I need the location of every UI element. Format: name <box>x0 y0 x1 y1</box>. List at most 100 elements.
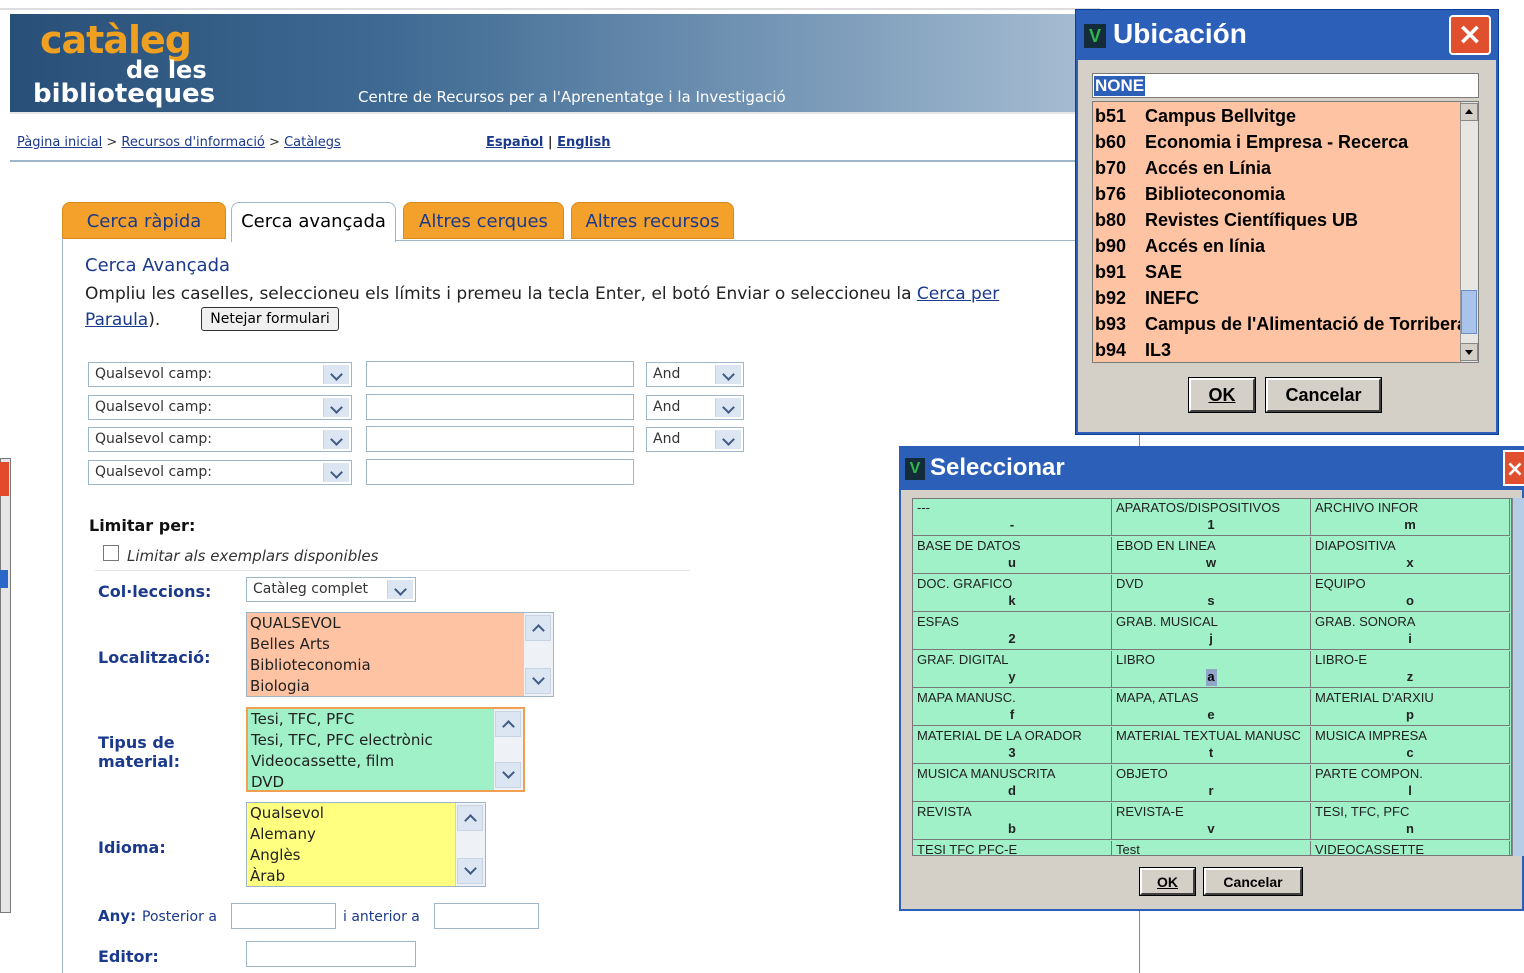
scrollbar[interactable] <box>1512 498 1524 856</box>
editor-input[interactable] <box>246 941 416 967</box>
grid-cell[interactable]: DVD s <box>1112 575 1311 612</box>
grid-cell[interactable]: MATERIAL D'ARXIU p <box>1311 689 1510 726</box>
ok-button[interactable]: OK <box>1189 378 1255 412</box>
grid-cell[interactable]: TESI, TFC, PFC n <box>1311 803 1510 840</box>
scroll-up-icon[interactable] <box>1460 103 1478 121</box>
grid-cell[interactable]: REVISTA-E v <box>1112 803 1311 840</box>
breadcrumb-home-link[interactable]: Pàgina inicial <box>17 135 102 150</box>
scrollbar[interactable] <box>455 803 485 886</box>
cancel-button[interactable]: Cancelar <box>1204 868 1302 895</box>
grid-cell[interactable]: BASE DE DATOS u <box>913 537 1112 574</box>
list-item[interactable]: b92 INEFC <box>1095 285 1199 311</box>
list-item[interactable]: Tesi, TFC, PFC <box>248 709 523 730</box>
close-button[interactable]: × <box>1503 450 1524 486</box>
list-item[interactable]: b90 Accés en línia <box>1095 233 1265 259</box>
scroll-down-icon[interactable] <box>1460 343 1478 361</box>
grid-cell[interactable]: EBOD EN LINEA w <box>1112 537 1311 574</box>
list-item[interactable]: Videocassette, film <box>248 751 523 772</box>
operator-select[interactable]: And <box>646 427 744 452</box>
scroll-down-icon[interactable] <box>525 668 551 694</box>
list-item[interactable]: Qualsevol <box>247 803 485 824</box>
list-item[interactable]: Tesi, TFC, PFC electrònic <box>248 730 523 751</box>
scrollbar-thumb[interactable] <box>1461 290 1477 334</box>
search-term-input[interactable] <box>366 426 634 452</box>
scroll-up-icon[interactable] <box>495 711 521 737</box>
grid-cell[interactable]: VIDEOCASSETTE <box>1311 841 1510 855</box>
grid-cell[interactable]: LIBRO-E z <box>1311 651 1510 688</box>
scroll-down-icon[interactable] <box>495 762 521 788</box>
chevron-down-icon[interactable] <box>715 365 741 384</box>
list-item[interactable]: Alemany <box>247 824 485 845</box>
list-item[interactable]: b80 Revistes Científiques UB <box>1095 207 1358 233</box>
search-term-input[interactable] <box>366 459 634 485</box>
scrollbar[interactable] <box>523 613 553 696</box>
breadcrumb-catalogs-link[interactable]: Catàlegs <box>284 135 341 150</box>
tab-quick-search[interactable]: Cerca ràpida <box>62 202 226 239</box>
grid-cell[interactable]: DOC. GRAFICO k <box>913 575 1112 612</box>
tab-advanced-search[interactable]: Cerca avançada <box>231 202 396 242</box>
list-item[interactable]: Biologia <box>247 676 553 696</box>
material-type-grid[interactable]: --- - APARATOS/DISPOSITIVOS 1 ARCHIVO INFOR m… <box>912 498 1512 856</box>
chevron-down-icon[interactable] <box>323 365 349 384</box>
chevron-down-icon[interactable] <box>323 463 349 482</box>
tab-other-resources[interactable]: Altres recursos <box>571 202 734 239</box>
year-after-input[interactable] <box>231 903 336 929</box>
year-before-input[interactable] <box>434 903 539 929</box>
material-type-listbox[interactable]: Tesi, TFC, PFC Tesi, TFC, PFC electrònic… <box>246 707 525 792</box>
grid-cell[interactable]: --- - <box>913 499 1112 536</box>
chevron-down-icon[interactable] <box>715 430 741 449</box>
list-item[interactable]: b70 Accés en Línia <box>1095 155 1271 181</box>
close-icon[interactable] <box>0 462 9 496</box>
cancel-button[interactable]: Cancelar <box>1266 378 1381 412</box>
grid-cell[interactable]: MATERIAL TEXTUAL MANUSC t <box>1112 727 1311 764</box>
grid-cell[interactable]: GRAB. MUSICAL j <box>1112 613 1311 650</box>
search-term-input[interactable] <box>366 394 634 420</box>
location-filter-input[interactable] <box>1092 73 1479 98</box>
grid-cell[interactable]: TESI TFC PFC-E <box>913 841 1112 855</box>
grid-cell[interactable]: APARATOS/DISPOSITIVOS 1 <box>1112 499 1311 536</box>
grid-cell[interactable]: MUSICA MANUSCRITA d <box>913 765 1112 802</box>
location-listbox[interactable]: QUALSEVOL Belles Arts Biblioteconomia Bi… <box>246 612 554 697</box>
scroll-up-icon[interactable] <box>525 615 551 641</box>
grid-cell[interactable]: GRAB. SONORA i <box>1311 613 1510 650</box>
chevron-down-icon[interactable] <box>323 430 349 449</box>
grid-cell[interactable]: ESFAS 2 <box>913 613 1112 650</box>
grid-cell[interactable]: REVISTA b <box>913 803 1112 840</box>
list-item[interactable]: b60 Economia i Empresa - Recerca <box>1095 129 1408 155</box>
grid-cell[interactable]: Test <box>1112 841 1311 855</box>
operator-select[interactable]: And <box>646 362 744 387</box>
grid-cell[interactable]: MATERIAL DE LA ORADOR 3 <box>913 727 1112 764</box>
list-item[interactable]: Anglès <box>247 845 485 866</box>
list-item[interactable]: b91 SAE <box>1095 259 1182 285</box>
chevron-down-icon[interactable] <box>715 398 741 417</box>
list-item[interactable]: DVD <box>248 772 523 790</box>
available-only-checkbox[interactable] <box>103 545 119 561</box>
breadcrumb-resources-link[interactable]: Recursos d'informació <box>121 135 264 150</box>
grid-cell[interactable]: LIBRO a <box>1112 651 1311 688</box>
list-item[interactable]: b94 IL3 <box>1095 337 1171 362</box>
clear-form-button[interactable]: Netejar formulari <box>201 307 339 331</box>
language-listbox[interactable]: Qualsevol Alemany Anglès Àrab <box>246 802 486 887</box>
grid-cell[interactable]: ARCHIVO INFOR m <box>1311 499 1510 536</box>
grid-cell[interactable]: EQUIPO o <box>1311 575 1510 612</box>
grid-cell[interactable]: OBJETO r <box>1112 765 1311 802</box>
field-select[interactable]: Qualsevol camp: <box>88 427 352 452</box>
field-select[interactable]: Qualsevol camp: <box>88 395 352 420</box>
list-item[interactable]: Biblioteconomia <box>247 655 553 676</box>
scroll-up-icon[interactable] <box>457 805 483 831</box>
close-button[interactable]: × <box>1449 15 1491 55</box>
field-select[interactable]: Qualsevol camp: <box>88 362 352 387</box>
chevron-down-icon[interactable] <box>387 580 413 599</box>
field-select[interactable]: Qualsevol camp: <box>88 460 352 485</box>
language-spanish-link[interactable]: Español <box>486 135 543 150</box>
list-item[interactable]: b51 Campus Bellvitge <box>1095 103 1296 129</box>
scroll-down-icon[interactable] <box>457 858 483 884</box>
grid-cell[interactable]: DIAPOSITIVA x <box>1311 537 1510 574</box>
search-term-input[interactable] <box>366 361 634 387</box>
grid-cell[interactable]: GRAF. DIGITAL y <box>913 651 1112 688</box>
grid-cell[interactable]: MAPA, ATLAS e <box>1112 689 1311 726</box>
location-options-list[interactable]: b51 Campus Bellvitge b60 Economia i Empres… <box>1092 101 1479 363</box>
list-item[interactable]: Àrab <box>247 866 485 886</box>
scrollbar[interactable] <box>493 709 523 790</box>
ok-button[interactable]: OK <box>1140 868 1195 895</box>
